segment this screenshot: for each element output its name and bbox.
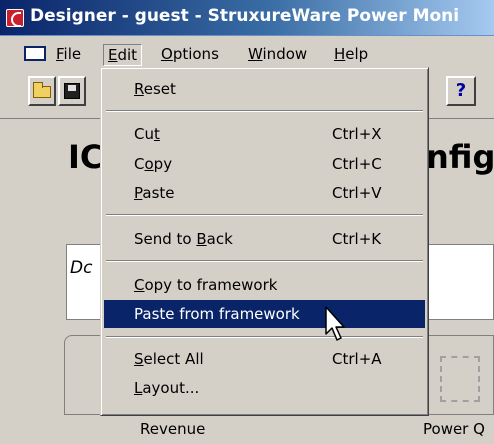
menu-item-label: Layout...: [134, 379, 200, 397]
menu-help-label: elp: [345, 45, 369, 63]
menu-item-shortcut: Ctrl+X: [332, 125, 382, 143]
menu-help-mnemonic: H: [334, 45, 346, 63]
mouse-pointer-icon: [325, 306, 345, 341]
save-icon: [64, 83, 80, 99]
canvas-text-box-value: Dc: [70, 258, 93, 278]
canvas-heading-right: nfig: [426, 138, 494, 176]
document-window-icon[interactable]: [24, 46, 46, 61]
menu-item-select-all[interactable]: Select All Ctrl+A: [104, 345, 425, 373]
menu-item-shortcut: Ctrl+K: [332, 230, 382, 248]
open-folder-icon: [33, 82, 51, 98]
power-quality-label: Power Q: [423, 420, 485, 438]
menu-edit[interactable]: Edit: [103, 44, 143, 66]
app-logo-icon[interactable]: [6, 9, 24, 27]
menu-item-label: Paste from framework: [134, 305, 300, 323]
menu-item-label: Reset: [134, 80, 176, 98]
menu-separator: [106, 260, 423, 262]
help-button[interactable]: ?: [446, 76, 476, 106]
menu-file[interactable]: File: [52, 44, 85, 66]
diagram-placeholder-icon: [440, 356, 480, 402]
canvas-heading-left: IC: [68, 138, 104, 176]
menu-file-mnemonic: F: [56, 45, 64, 63]
menu-separator: [106, 214, 423, 216]
window-title: Designer - guest - StruxureWare Power Mo…: [30, 6, 460, 26]
menu-item-label: Cut: [134, 125, 160, 143]
menu-item-shortcut: Ctrl+C: [332, 155, 382, 173]
menu-separator: [106, 110, 423, 112]
title-bar: Designer - guest - StruxureWare Power Mo…: [0, 0, 494, 36]
menu-item-send-to-back[interactable]: Send to Back Ctrl+K: [104, 225, 425, 253]
menu-separator: [106, 336, 423, 338]
menu-edit-label: dit: [117, 46, 138, 64]
menu-item-paste-from-framework[interactable]: Paste from framework: [104, 300, 425, 328]
menu-item-copy[interactable]: Copy Ctrl+C: [104, 150, 425, 178]
help-icon: ?: [455, 80, 467, 101]
menu-item-copy-to-framework[interactable]: Copy to framework: [104, 271, 425, 299]
menu-item-label: Copy: [134, 155, 173, 173]
menu-item-cut[interactable]: Cut Ctrl+X: [104, 120, 425, 148]
menu-item-label: Copy to framework: [134, 276, 278, 294]
menu-item-reset[interactable]: Reset: [104, 75, 425, 103]
menu-options[interactable]: Options: [157, 44, 223, 66]
save-button[interactable]: [58, 76, 86, 106]
menu-window[interactable]: Window: [244, 44, 311, 66]
menu-options-label: ptions: [172, 45, 219, 63]
menu-window-mnemonic: W: [248, 45, 263, 63]
menu-help[interactable]: Help: [330, 44, 372, 66]
revenue-label: Revenue: [140, 420, 206, 438]
menu-item-layout[interactable]: Layout...: [104, 374, 425, 402]
menu-item-label: Paste: [134, 184, 175, 202]
edit-menu-dropdown: Reset Cut Ctrl+X Copy Ctrl+C Paste Ctrl+…: [100, 67, 429, 416]
menu-item-paste[interactable]: Paste Ctrl+V: [104, 179, 425, 207]
menu-item-label: Select All: [134, 350, 204, 368]
menu-file-label: ile: [63, 45, 82, 63]
menu-item-shortcut: Ctrl+V: [332, 184, 382, 202]
menu-item-label: Send to Back: [134, 230, 233, 248]
menu-window-label: indow: [262, 45, 308, 63]
open-button[interactable]: [28, 76, 56, 106]
menu-options-mnemonic: O: [161, 45, 173, 63]
